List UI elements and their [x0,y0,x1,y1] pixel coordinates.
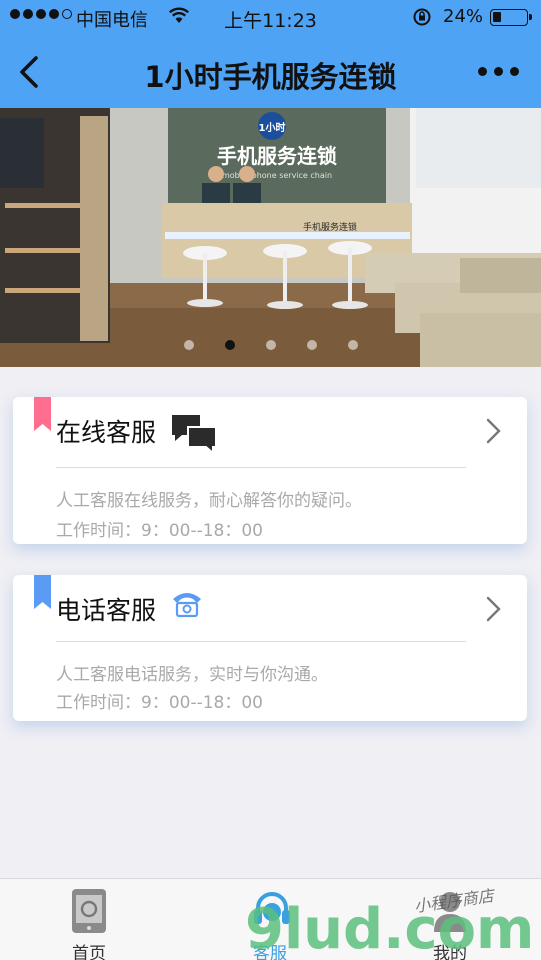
status-bar: 中国电信 上午11:23 24% [0,0,541,36]
carousel-dot[interactable] [225,340,235,350]
headset-icon [254,892,290,924]
rotation-lock-icon [413,8,431,26]
tab-home[interactable]: 首页 [29,879,149,960]
carousel-dot[interactable] [307,340,317,350]
more-dots-icon [478,67,487,76]
chevron-right-icon [486,596,501,622]
nav-bar: 1小时手机服务连锁 [0,36,541,108]
divider [56,641,466,642]
tab-service-label: 客服 [253,944,287,960]
chevron-right-icon [486,418,501,444]
carousel-dot[interactable] [348,340,358,350]
carousel-pager [0,340,541,352]
tab-service[interactable]: 客服 [210,879,330,960]
bookmark-icon [34,575,51,609]
online-service-card[interactable]: 在线客服 人工客服在线服务，耐心解答你的疑问。 工作时间：9：00--18：00 [13,397,527,544]
counter-text: 手机服务连锁 [303,221,357,233]
carousel-dot[interactable] [184,340,194,350]
more-button[interactable] [478,67,519,76]
battery-percent: 24% [443,6,484,27]
banner-carousel[interactable]: 手机服务连锁 mobile phone service chain 1小时 手机… [0,108,541,367]
battery-icon [490,9,532,26]
tab-mine-label: 我的 [433,944,467,960]
phone-service-description: 人工客服电话服务，实时与你沟通。 [56,665,328,685]
tab-home-label: 首页 [72,944,106,960]
online-service-description: 人工客服在线服务，耐心解答你的疑问。 [56,491,362,511]
user-icon [434,892,466,932]
store-logo-text: 1小时 [259,121,286,134]
chat-bubbles-icon [172,415,217,453]
divider [56,467,466,468]
store-sign-subtext: mobile phone service chain [222,171,332,180]
online-service-hours: 工作时间：9：00--18：00 [56,521,263,541]
top-bar: 中国电信 上午11:23 24% 1小时手机服务连锁 [0,0,541,108]
page-title: 1小时手机服务连锁 [144,60,397,94]
phone-service-hours: 工作时间：9：00--18：00 [56,693,263,713]
telephone-icon [173,593,201,618]
store-photo: 手机服务连锁 mobile phone service chain 1小时 手机… [0,108,541,367]
phone-service-title: 电话客服 [56,596,157,625]
online-service-title: 在线客服 [56,418,157,447]
bookmark-icon [34,397,51,431]
phone-service-card[interactable]: 电话客服 人工客服电话服务，实时与你沟通。 工作时间：9：00--18：00 [13,575,527,721]
phone-home-icon [72,889,106,933]
carousel-dot[interactable] [266,340,276,350]
store-sign-text: 手机服务连锁 [217,144,337,168]
tab-mine[interactable]: 我的 [390,879,510,960]
tab-bar: 首页 客服 我的 [0,878,541,960]
